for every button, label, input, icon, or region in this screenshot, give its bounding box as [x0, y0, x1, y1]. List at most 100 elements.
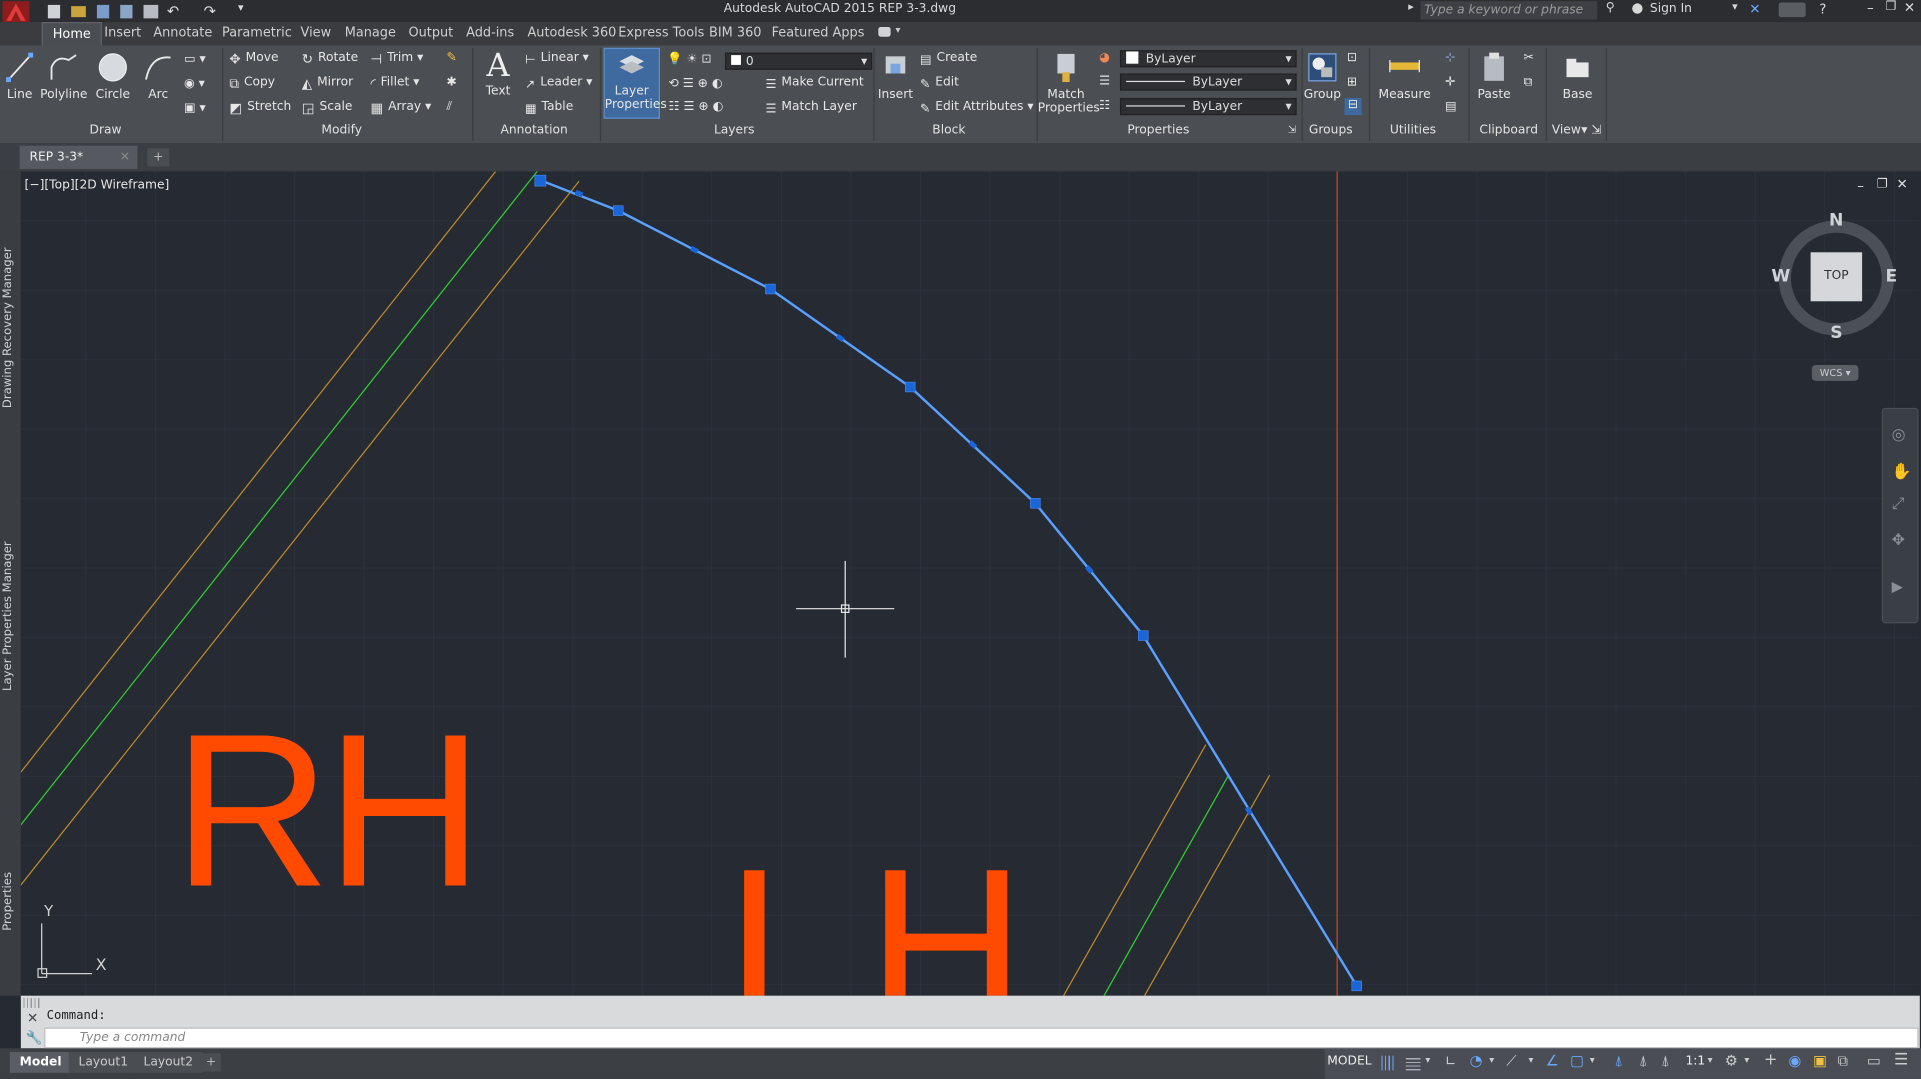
- draw-panel-title[interactable]: Draw: [90, 124, 122, 137]
- vertex-grip[interactable]: [765, 283, 776, 295]
- vertex-grip[interactable]: [1138, 630, 1149, 641]
- help-icon[interactable]: ?: [1819, 1, 1826, 17]
- vertex-grip[interactable]: [904, 381, 916, 393]
- polar-dropdown-icon[interactable]: ▾: [1489, 1054, 1494, 1065]
- paste-tool[interactable]: Paste: [1474, 50, 1513, 102]
- linetype-dropdown[interactable]: ByLayer ▾: [1119, 73, 1297, 91]
- rectangle-icon[interactable]: ▭ ▾: [184, 53, 206, 66]
- tab-home[interactable]: Home: [41, 22, 102, 47]
- drawing-recovery-manager-tab[interactable]: Drawing Recovery Manager: [1, 247, 14, 408]
- search-input[interactable]: Type a keyword or phrase: [1420, 1, 1598, 20]
- properties-launcher-icon[interactable]: ⇲: [1288, 124, 1296, 135]
- trim-tool[interactable]: ⊣ Trim ▾: [370, 51, 423, 67]
- clean-screen-icon[interactable]: ⧉: [1838, 1052, 1849, 1070]
- new-file-icon[interactable]: [47, 4, 61, 19]
- workspace-dropdown-icon[interactable]: ▾: [1744, 1054, 1749, 1065]
- new-layout-button[interactable]: +: [201, 1053, 221, 1072]
- offset-icon[interactable]: ⫽: [447, 100, 452, 113]
- vertex-grip[interactable]: [1030, 498, 1041, 509]
- zoom-extents-icon[interactable]: ⤢: [1892, 495, 1905, 513]
- properties-palette-tab[interactable]: Properties: [1, 872, 14, 931]
- view-panel-dropdown-icon[interactable]: ▾ ⇲: [1581, 124, 1601, 137]
- ungroup-icon[interactable]: ⊡: [1347, 51, 1357, 64]
- erase-icon[interactable]: ✎: [447, 51, 457, 64]
- lineweight-dropdown[interactable]: ByLayer ▾: [1119, 97, 1297, 116]
- plot-icon[interactable]: [143, 4, 159, 19]
- fullscreen-icon[interactable]: ▭: [1867, 1052, 1881, 1069]
- explode-icon[interactable]: ✱: [447, 76, 457, 89]
- vertex-grip[interactable]: [613, 205, 624, 216]
- auto-scale-icon[interactable]: ⍋: [1639, 1052, 1648, 1070]
- save-icon[interactable]: [96, 4, 110, 19]
- a360-icon[interactable]: [1778, 2, 1806, 18]
- copy-tool[interactable]: ⧉ Copy: [229, 76, 275, 92]
- group-edit-icon[interactable]: ⊞: [1347, 76, 1357, 89]
- edit-block-tool[interactable]: ✎ Edit: [920, 76, 959, 93]
- tab-featured-apps[interactable]: Featured Apps: [772, 26, 865, 41]
- arc-tool[interactable]: Arc: [140, 50, 177, 102]
- layout2-tab[interactable]: Layout2: [133, 1052, 203, 1073]
- insert-tool[interactable]: Insert: [877, 50, 914, 102]
- polyline-tool[interactable]: Polyline: [39, 50, 88, 102]
- binoculars-icon[interactable]: ⚲: [1606, 1, 1615, 14]
- compass-south[interactable]: S: [1830, 323, 1842, 343]
- wcs-menu[interactable]: WCS ▾: [1811, 364, 1859, 381]
- id-point-icon[interactable]: ⊹: [1445, 51, 1455, 64]
- command-grip[interactable]: [23, 998, 41, 1008]
- restore-button[interactable]: ❐: [1885, 0, 1896, 13]
- object-snap-icon[interactable]: ▢: [1570, 1052, 1584, 1069]
- exchange-icon[interactable]: ✕: [1749, 1, 1760, 17]
- model-space-button[interactable]: MODEL: [1327, 1054, 1371, 1067]
- grid-display-icon[interactable]: [1381, 1055, 1396, 1071]
- annotation-scale-icon[interactable]: ⍋: [1661, 1052, 1670, 1070]
- text-tool[interactable]: A Text: [481, 48, 515, 98]
- tab-express-tools[interactable]: Express Tools: [618, 26, 704, 41]
- annotation-monitor-icon[interactable]: +: [1764, 1051, 1777, 1069]
- base-tool[interactable]: Base: [1558, 50, 1597, 102]
- command-input[interactable]: Type a command: [44, 1027, 1919, 1049]
- redo-icon[interactable]: ↷: [204, 2, 216, 19]
- make-current-tool[interactable]: ☰ Make Current: [765, 76, 863, 93]
- layer-dropdown[interactable]: 0 ▾: [724, 52, 873, 70]
- copy-clip-icon[interactable]: ⧉: [1524, 76, 1533, 89]
- ribbon-minimize-dropdown-icon[interactable]: ▾: [895, 24, 900, 35]
- color-dropdown[interactable]: ByLayer ▾: [1119, 50, 1297, 68]
- tab-bim-360[interactable]: BIM 360: [709, 26, 761, 41]
- tab-manage[interactable]: Manage: [345, 26, 396, 41]
- measure-tool[interactable]: Measure: [1376, 50, 1432, 102]
- viewcube[interactable]: TOP N S W E: [1771, 211, 1898, 343]
- stretch-tool[interactable]: ◩ Stretch: [229, 100, 291, 116]
- new-tab-button[interactable]: +: [147, 148, 170, 167]
- leader-tool[interactable]: ↗ Leader ▾: [525, 76, 592, 93]
- array-tool[interactable]: ▦ Array ▾: [370, 100, 431, 116]
- ribbon-minimize-icon[interactable]: [878, 26, 891, 37]
- cut-icon[interactable]: ✂: [1524, 51, 1534, 64]
- view-panel-title[interactable]: View: [1552, 124, 1581, 137]
- utilities-panel-title[interactable]: Utilities: [1390, 124, 1436, 137]
- layers-panel-title[interactable]: Layers: [714, 124, 755, 137]
- move-tool[interactable]: ✥ Move: [229, 51, 278, 67]
- hardware-acceleration-icon[interactable]: ▣: [1813, 1052, 1827, 1069]
- layer-properties-manager-tab[interactable]: Layer Properties Manager: [1, 541, 14, 691]
- workspace-gear-icon[interactable]: ⚙: [1725, 1052, 1738, 1069]
- layer-iso-icons[interactable]: ⟲ ☰ ⊕ ◐: [669, 77, 723, 90]
- command-close-icon[interactable]: ✕: [27, 1010, 38, 1026]
- viewport-controls-label[interactable]: [−][Top][2D Wireframe]: [25, 179, 170, 192]
- vertex-grip[interactable]: [1351, 980, 1362, 992]
- match-layer-tool[interactable]: ☰ Match Layer: [765, 100, 856, 117]
- search-expand-icon[interactable]: ▸: [1408, 1, 1414, 13]
- circle-tool[interactable]: Circle: [93, 50, 132, 102]
- tab-add-ins[interactable]: Add-ins: [466, 26, 514, 41]
- viewport-minimize-button[interactable]: –: [1857, 178, 1864, 194]
- linear-tool[interactable]: ⊢ Linear ▾: [525, 51, 589, 68]
- ortho-icon[interactable]: ∟: [1445, 1053, 1456, 1069]
- undo-icon[interactable]: ↶: [167, 2, 179, 19]
- command-customize-icon[interactable]: 🔧: [26, 1030, 43, 1046]
- annotation-scale-value[interactable]: 1:1: [1685, 1054, 1705, 1067]
- compass-east[interactable]: E: [1885, 267, 1897, 287]
- group-select-icon[interactable]: ⊟: [1344, 97, 1362, 116]
- tab-annotate[interactable]: Annotate: [153, 26, 212, 41]
- qat-dropdown-icon[interactable]: ▾: [238, 2, 244, 14]
- steering-wheel-icon[interactable]: ◎: [1892, 426, 1906, 444]
- tab-autodesk-360[interactable]: Autodesk 360: [527, 26, 616, 41]
